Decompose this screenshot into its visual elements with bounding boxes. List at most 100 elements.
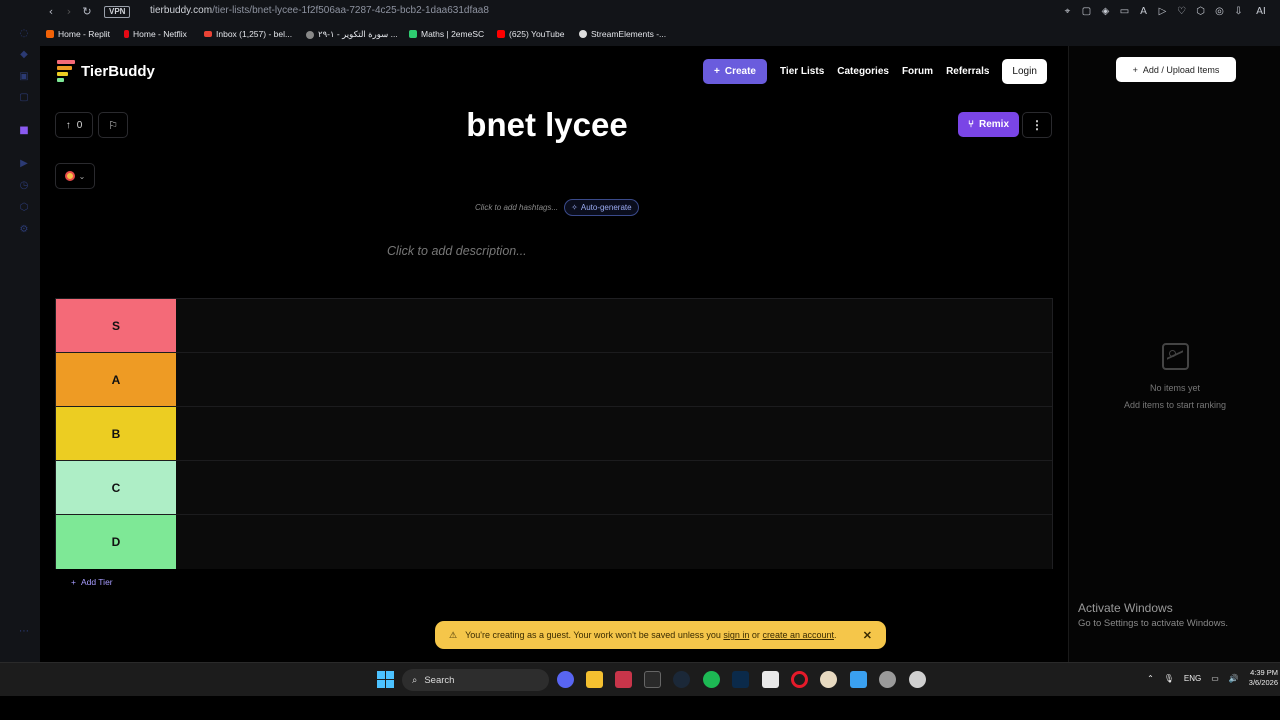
- emoji-reaction-button[interactable]: ⌄: [55, 163, 95, 189]
- workspaces-icon[interactable]: ◆: [18, 49, 30, 61]
- settings-icon[interactable]: [879, 671, 896, 688]
- ai-icon[interactable]: AI: [1252, 5, 1270, 19]
- bookmark-quran[interactable]: سورة التكوير - ١-٢٩ ...: [306, 29, 398, 40]
- messenger-icon[interactable]: ▣: [18, 71, 30, 83]
- nav-forum[interactable]: Forum: [902, 66, 933, 77]
- bookmark-label: سورة التكوير - ١-٢٩ ...: [318, 29, 398, 39]
- microphone-icon[interactable]: 🎙: [1164, 674, 1174, 683]
- history-icon[interactable]: ◷: [18, 180, 30, 192]
- auto-generate-button[interactable]: ✧ Auto-generate: [564, 199, 639, 216]
- file-explorer-icon[interactable]: [586, 671, 603, 688]
- bookmark-replit[interactable]: Home - Replit: [46, 29, 110, 39]
- sidebar-more-icon[interactable]: ⋯: [18, 626, 30, 638]
- game-icon[interactable]: [820, 671, 837, 688]
- more-options-button[interactable]: ⋮: [1022, 112, 1052, 138]
- bookmark-maths[interactable]: Maths | 2emeSC: [409, 29, 484, 39]
- emoji-icon: [64, 171, 75, 181]
- plus-icon: +: [1132, 64, 1138, 75]
- tier-dropzone[interactable]: [176, 515, 1052, 569]
- volume-icon[interactable]: 🔊: [1229, 674, 1239, 683]
- tier-label[interactable]: A: [56, 353, 176, 406]
- network-icon[interactable]: ▭: [1211, 674, 1219, 683]
- logo[interactable]: TierBuddy: [57, 60, 155, 82]
- download-icon[interactable]: ⇩: [1233, 5, 1244, 19]
- extensions-icon[interactable]: ⬡: [18, 202, 30, 214]
- tier-label[interactable]: S: [56, 299, 176, 352]
- tier-label[interactable]: D: [56, 515, 176, 569]
- spotify-icon[interactable]: [703, 671, 720, 688]
- tier-label[interactable]: C: [56, 461, 176, 514]
- streamelements-icon: [579, 30, 587, 38]
- heart-icon[interactable]: ♡: [1176, 5, 1187, 19]
- toast-message: You're creating as a guest. Your work wo…: [465, 630, 836, 640]
- bookmark-youtube[interactable]: (625) YouTube: [497, 29, 564, 39]
- reload-icon[interactable]: ↻: [80, 5, 94, 19]
- snapshot-icon[interactable]: ▢: [1081, 5, 1092, 19]
- photoshop-icon[interactable]: [732, 671, 749, 688]
- description-input[interactable]: Click to add description...: [387, 244, 527, 258]
- toast-prefix: You're creating as a guest. Your work wo…: [465, 630, 721, 640]
- paint-icon[interactable]: [850, 671, 867, 688]
- sign-in-link[interactable]: sign in: [723, 630, 749, 640]
- toast-or: or: [751, 630, 760, 640]
- opera-icon[interactable]: ◌: [18, 28, 30, 40]
- bookmark-gmail[interactable]: Inbox (1,257) - bel...: [204, 29, 292, 39]
- gmail-icon: [204, 31, 212, 37]
- back-icon[interactable]: ‹: [44, 5, 58, 19]
- add-tier-button[interactable]: + Add Tier: [71, 577, 113, 587]
- hashtag-input[interactable]: Click to add hashtags...: [475, 203, 558, 212]
- opera-icon[interactable]: [791, 671, 808, 688]
- play-icon[interactable]: ▷: [1157, 5, 1168, 19]
- remix-button[interactable]: ⑂ Remix: [958, 112, 1020, 137]
- profile-icon[interactable]: ◎: [1214, 5, 1225, 19]
- tab-icon[interactable]: ▭: [1119, 5, 1130, 19]
- steam-icon[interactable]: [673, 671, 690, 688]
- close-icon[interactable]: ✕: [863, 629, 872, 642]
- system-tray: ⌃ 🎙 ENG ▭ 🔊 4:39 PM 3/6/2026: [1147, 668, 1278, 688]
- nav-tier-lists[interactable]: Tier Lists: [780, 66, 824, 77]
- language-indicator[interactable]: ENG: [1184, 674, 1201, 683]
- player-icon[interactable]: ▶: [18, 158, 30, 170]
- fork-icon: ⑂: [968, 119, 974, 130]
- upload-label: Add / Upload Items: [1142, 64, 1220, 75]
- tier-dropzone[interactable]: [176, 407, 1052, 460]
- main-nav: + Create Tier Lists Categories Forum Refe…: [703, 59, 1047, 84]
- chrome-icon[interactable]: [909, 671, 926, 688]
- bookmark-netflix[interactable]: Home - Netflix: [124, 29, 187, 39]
- add-upload-items-button[interactable]: + Add / Upload Items: [1116, 57, 1236, 82]
- address-bar[interactable]: tierbuddy.com/tier-lists/bnet-lycee-1f2f…: [150, 5, 489, 16]
- windows-start-icon[interactable]: [377, 671, 394, 688]
- browser-sidebar: ◌ ◆ ▣ ▢ ■ ▶ ◷ ⬡ ⚙ ⋯: [0, 0, 40, 662]
- tier-label[interactable]: B: [56, 407, 176, 460]
- instagram-icon[interactable]: ▢: [18, 92, 30, 104]
- nav-categories[interactable]: Categories: [837, 66, 889, 77]
- pin-icon[interactable]: ⌖: [1062, 5, 1073, 19]
- shield-icon[interactable]: ◈: [1100, 5, 1111, 19]
- taskbar-search[interactable]: ⌕ Search: [402, 669, 549, 691]
- extensions-icon[interactable]: ⬡: [1195, 5, 1206, 19]
- epic-games-icon[interactable]: [644, 671, 661, 688]
- page-title[interactable]: bnet lycee: [40, 106, 1054, 144]
- plus-icon: +: [71, 577, 76, 587]
- create-button[interactable]: + Create: [703, 59, 767, 84]
- store-icon[interactable]: [762, 671, 779, 688]
- forward-icon[interactable]: ›: [62, 5, 76, 19]
- translate-icon[interactable]: A: [1138, 5, 1149, 19]
- vivaldi-icon[interactable]: [615, 671, 632, 688]
- tier-dropzone[interactable]: [176, 353, 1052, 406]
- nav-referrals[interactable]: Referrals: [946, 66, 989, 77]
- tier-dropzone[interactable]: [176, 299, 1052, 352]
- remix-label: Remix: [979, 119, 1010, 130]
- settings-icon[interactable]: ⚙: [18, 224, 30, 236]
- vpn-badge[interactable]: VPN: [104, 6, 131, 18]
- chevron-up-icon[interactable]: ⌃: [1147, 674, 1154, 683]
- create-account-link[interactable]: create an account: [762, 630, 834, 640]
- url-path: /tier-lists/bnet-lycee-1f2f506aa-7287-4c…: [212, 5, 489, 16]
- bookmark-streamelements[interactable]: StreamElements -...: [579, 29, 666, 39]
- twitch-icon[interactable]: ■: [18, 125, 30, 137]
- discord-icon[interactable]: [557, 671, 574, 688]
- screen: ◌ ◆ ▣ ▢ ■ ▶ ◷ ⬡ ⚙ ⋯ ‹ › ↻ VPN tierbuddy.…: [0, 0, 1280, 720]
- clock[interactable]: 4:39 PM 3/6/2026: [1249, 668, 1278, 688]
- tier-dropzone[interactable]: [176, 461, 1052, 514]
- login-button[interactable]: Login: [1002, 59, 1047, 84]
